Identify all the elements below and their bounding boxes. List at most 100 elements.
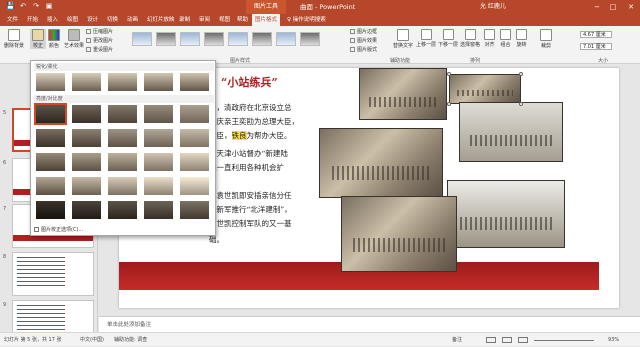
picture-corrections-options-link[interactable]: 图片校正选项(C)... <box>34 226 83 234</box>
slide-title[interactable]: “小站练兵” <box>221 74 278 90</box>
brightness-contrast-preset[interactable] <box>179 200 210 220</box>
picture-layout-button[interactable]: 图片版式 <box>350 47 377 54</box>
bring-forward-button[interactable]: 上移一层 <box>416 29 436 48</box>
tab-review[interactable]: 审阅 <box>196 14 213 26</box>
photo-soldiers-group[interactable] <box>449 74 521 104</box>
zoom-level[interactable]: 93% <box>608 333 619 347</box>
picture-style-5[interactable] <box>228 32 248 46</box>
tab-file[interactable]: 文件 <box>4 14 21 26</box>
normal-view-icon[interactable] <box>486 337 496 343</box>
brightness-contrast-preset[interactable] <box>71 200 102 220</box>
tab-insert[interactable]: 插入 <box>44 14 61 26</box>
brightness-contrast-preset[interactable] <box>71 104 102 124</box>
undo-icon[interactable]: ↶ <box>19 2 27 10</box>
user-name[interactable]: 允 红鹿儿 <box>480 0 506 14</box>
tab-draw[interactable]: 绘图 <box>64 14 81 26</box>
start-slideshow-icon[interactable]: ▣ <box>45 2 53 10</box>
slide-thumbnail-8[interactable] <box>12 252 94 296</box>
minimize-button[interactable]: − <box>590 0 604 14</box>
tab-home[interactable]: 开始 <box>24 14 41 26</box>
body-line-1[interactable]: 日，清政府在北京设立总 <box>209 102 329 113</box>
photo-troops-marching[interactable] <box>359 68 447 120</box>
photo-artillery-crew[interactable] <box>319 128 443 198</box>
alt-text-button[interactable]: 替换文字 <box>393 29 413 49</box>
remove-background-button[interactable]: 删除背景 <box>4 29 24 49</box>
brightness-contrast-preset[interactable] <box>71 128 102 148</box>
tab-picture-format[interactable]: 图片格式 <box>252 14 281 26</box>
picture-style-6[interactable] <box>252 32 272 46</box>
body-line-7[interactable]: 国新军推行“北洋建制”， <box>209 204 329 215</box>
brightness-contrast-preset[interactable] <box>35 176 66 196</box>
brightness-contrast-preset[interactable] <box>34 103 67 125</box>
reading-view-icon[interactable] <box>518 337 528 343</box>
brightness-contrast-preset[interactable] <box>71 176 102 196</box>
brightness-contrast-preset[interactable] <box>179 128 210 148</box>
language[interactable]: 中文(中国) <box>80 333 104 347</box>
sharpen-preset-2[interactable] <box>71 72 102 92</box>
save-icon[interactable]: 💾 <box>6 2 15 10</box>
group-button[interactable]: 组合 <box>500 29 511 48</box>
tab-animations[interactable]: 动画 <box>124 14 141 26</box>
change-picture-button[interactable]: 更改图片 <box>86 38 113 45</box>
reset-picture-button[interactable]: 重设图片 <box>86 47 113 54</box>
picture-style-3[interactable] <box>180 32 200 46</box>
body-line-3[interactable]: 大臣，铁良为帮办大臣。 <box>209 130 329 141</box>
picture-style-7[interactable] <box>276 32 296 46</box>
body-line-8[interactable]: 袁世凯控制军队的又一基 <box>209 218 329 229</box>
body-line-9[interactable]: 础。 <box>209 234 329 245</box>
tab-record[interactable]: 录制 <box>176 14 193 26</box>
slide-sorter-icon[interactable] <box>502 337 512 343</box>
photo-airship[interactable] <box>459 102 563 162</box>
body-line-4[interactable]: 在天津小站督办“新建陆 <box>209 148 329 159</box>
picture-effects-button[interactable]: 图片效果 <box>350 38 377 45</box>
brightness-contrast-preset[interactable] <box>143 176 174 196</box>
brightness-contrast-preset[interactable] <box>107 200 138 220</box>
photo-field-guns[interactable] <box>341 196 457 272</box>
color-button[interactable]: 颜色 <box>48 29 60 49</box>
body-line-6[interactable]: ，袁世凯即安插亲信分任 <box>209 190 329 201</box>
tab-slideshow[interactable]: 幻灯片放映 <box>144 14 178 26</box>
restore-button[interactable]: □ <box>606 0 620 14</box>
brightness-contrast-preset[interactable] <box>179 104 210 124</box>
selection-handle[interactable] <box>519 72 523 76</box>
brightness-contrast-preset[interactable] <box>107 152 138 172</box>
picture-style-4[interactable] <box>204 32 224 46</box>
tab-view[interactable]: 视图 <box>216 14 233 26</box>
brightness-contrast-preset[interactable] <box>179 152 210 172</box>
tab-help[interactable]: 帮助 <box>234 14 251 26</box>
brightness-contrast-preset[interactable] <box>71 152 102 172</box>
brightness-contrast-preset[interactable] <box>107 128 138 148</box>
width-field[interactable]: 7.01 厘米 <box>580 43 612 50</box>
brightness-contrast-preset[interactable] <box>143 200 174 220</box>
body-line-5[interactable]: 凯一直利用各种机会扩 <box>209 162 329 173</box>
brightness-contrast-preset[interactable] <box>107 104 138 124</box>
accessibility-status[interactable]: 辅助功能: 调查 <box>114 333 147 347</box>
close-button[interactable]: ✕ <box>624 0 638 14</box>
selection-pane-button[interactable]: 选择窗格 <box>460 29 480 48</box>
send-backward-button[interactable]: 下移一层 <box>438 29 458 48</box>
selection-handle[interactable] <box>447 102 451 106</box>
sharpen-preset-4[interactable] <box>143 72 174 92</box>
tell-me-search[interactable]: ♀ 操作说明搜索 <box>284 14 329 26</box>
zoom-slider[interactable] <box>534 340 594 341</box>
tab-transitions[interactable]: 切换 <box>104 14 121 26</box>
compress-pictures-button[interactable]: 压缩图片 <box>86 29 113 36</box>
sharpen-preset-1[interactable] <box>35 72 66 92</box>
corrections-button[interactable]: 校正 <box>30 29 46 49</box>
body-line-2[interactable]: 命庆亲王奕劻为总理大臣， <box>209 116 329 127</box>
picture-style-8[interactable] <box>300 32 320 46</box>
align-button[interactable]: 对齐 <box>484 29 495 48</box>
sharpen-preset-5[interactable] <box>179 72 210 92</box>
brightness-contrast-preset[interactable] <box>143 128 174 148</box>
redo-icon[interactable]: ↷ <box>32 2 40 10</box>
brightness-contrast-preset[interactable] <box>143 104 174 124</box>
notes-pane[interactable]: 单击此处添加备注 <box>99 316 640 332</box>
notes-toggle[interactable]: 备注 <box>452 333 462 347</box>
picture-style-2[interactable] <box>156 32 176 46</box>
selection-handle[interactable] <box>447 72 451 76</box>
height-field[interactable]: 4.67 厘米 <box>580 31 612 38</box>
photo-parade-line[interactable] <box>447 180 565 248</box>
crop-button[interactable]: 裁剪 <box>540 29 552 49</box>
brightness-contrast-preset[interactable] <box>179 176 210 196</box>
picture-border-button[interactable]: 图片边框 <box>350 29 377 36</box>
